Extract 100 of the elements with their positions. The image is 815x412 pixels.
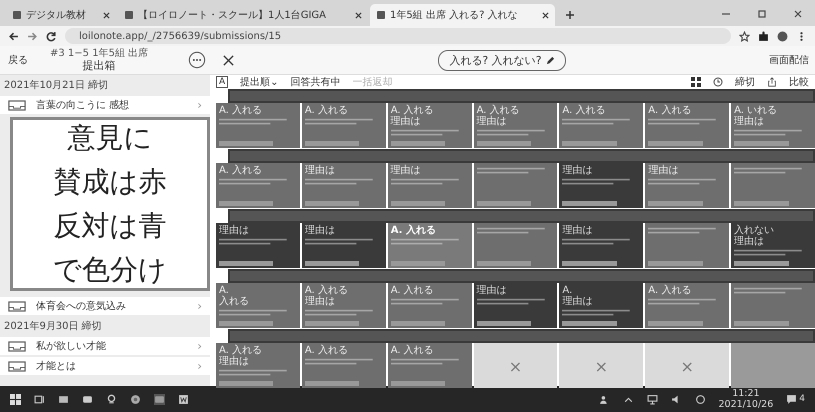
- card-text: 理由は: [648, 165, 680, 176]
- answer-card[interactable]: A. 入れる: [302, 343, 386, 388]
- blurred-text-drawing: [476, 129, 547, 137]
- empty-slot-mark: ×: [508, 357, 522, 376]
- deadline-date: 2021年10月21日 締切: [3, 78, 110, 93]
- answer-card[interactable]: A. 入れる: [388, 283, 472, 328]
- star-icon[interactable]: [739, 30, 750, 42]
- answer-card[interactable]: A. 入れる: [388, 223, 472, 268]
- card-text: A. 入れる: [648, 285, 692, 296]
- notification-icon[interactable]: [786, 394, 798, 404]
- name-strip: [304, 381, 360, 386]
- answer-card[interactable]: A. 入れる: [216, 283, 300, 328]
- assignment-item[interactable]: 体育会への意気込み ›: [0, 297, 210, 315]
- forward-arrow-icon[interactable]: [27, 30, 38, 42]
- answer-card[interactable]: A. 入れる 理由は: [216, 343, 300, 388]
- windows-start-icon[interactable]: [10, 394, 21, 404]
- answer-card[interactable]: 入れない 理由は: [731, 223, 815, 268]
- deadline-date: 2021年9月30日 締切: [3, 320, 103, 334]
- prompt-title-button[interactable]: 入れる? 入れない?: [438, 50, 566, 70]
- back-arrow-icon[interactable]: [8, 30, 19, 42]
- blurred-text-drawing: [648, 118, 718, 126]
- word-icon[interactable]: [178, 394, 189, 404]
- answer-card[interactable]: 理由は: [388, 163, 472, 208]
- chevron-icon: ›: [197, 359, 202, 373]
- close-icon[interactable]: [222, 54, 235, 66]
- new-tab-icon[interactable]: [565, 10, 575, 20]
- task-view-icon[interactable]: [34, 394, 45, 404]
- answer-card[interactable]: A. 入れる: [559, 103, 644, 148]
- chevron-icon: ›: [197, 299, 202, 313]
- name-strip: [648, 201, 703, 206]
- assignment-item[interactable]: 才能とは ›: [0, 357, 210, 375]
- answer-card[interactable]: 理由は: [559, 223, 644, 268]
- font-size-icon[interactable]: A: [216, 76, 228, 88]
- name-strip: [734, 321, 789, 326]
- answer-card[interactable]: 理由は: [216, 223, 300, 268]
- close-icon[interactable]: [103, 12, 110, 18]
- blurred-text-drawing: [304, 118, 375, 126]
- card-text: 理由は: [304, 225, 336, 236]
- answer-card[interactable]: A. いれる 理由は: [731, 103, 815, 148]
- browser-icon[interactable]: [130, 394, 141, 404]
- answer-card[interactable]: A. 入れる: [645, 283, 730, 328]
- blurred-text-drawing: [390, 129, 461, 137]
- blurred-text-drawing: [476, 298, 547, 306]
- blurred-text-drawing: [219, 238, 290, 246]
- sort-dropdown[interactable]: 提出順⌄: [240, 75, 279, 89]
- name-strip: [390, 261, 446, 266]
- tray-icon: [8, 300, 26, 312]
- folder-icon[interactable]: [58, 394, 69, 404]
- assignment-item[interactable]: 言葉の向こうに 感想 ›: [0, 96, 210, 114]
- tray-icon: [8, 340, 26, 352]
- answer-card[interactable]: A. 理由は: [559, 283, 644, 328]
- card-text: 理由は: [734, 116, 766, 127]
- browser-tab[interactable]: 1年5組 出席 入れる? 入れな: [370, 4, 555, 26]
- answer-card[interactable]: A. 入れる 理由は: [474, 103, 558, 148]
- blurred-text-drawing: [219, 178, 290, 186]
- close-icon[interactable]: [793, 9, 803, 19]
- reload-icon[interactable]: [46, 30, 57, 42]
- answer-card[interactable]: A. 入れる: [302, 103, 386, 148]
- blurred-text-drawing: [562, 178, 632, 186]
- sharing-toggle[interactable]: 回答共有中: [290, 75, 341, 89]
- app-icon[interactable]: [154, 394, 165, 404]
- chevron-icon: ›: [197, 98, 202, 112]
- answer-card[interactable]: A. 入れる: [388, 343, 472, 388]
- answer-card[interactable]: 理由は: [645, 163, 730, 208]
- answer-card[interactable]: A. 入れる 理由は: [302, 283, 386, 328]
- card-text: 理由は: [390, 165, 422, 176]
- assignment-title: 私が欲しい才能: [36, 340, 107, 353]
- compare-button[interactable]: 比較: [789, 75, 809, 89]
- people-icon[interactable]: [598, 394, 610, 404]
- screen-share-link[interactable]: 画面配信: [769, 53, 809, 67]
- grid-icon[interactable]: [691, 77, 701, 87]
- page-icon: [124, 10, 134, 20]
- close-icon[interactable]: [355, 12, 362, 18]
- answer-card[interactable]: A. 入れる 理由は: [388, 103, 472, 148]
- answer-card[interactable]: 理由は: [559, 163, 644, 208]
- card-text: 入れる: [219, 296, 250, 307]
- answer-card[interactable]: A. 入れる: [216, 163, 300, 208]
- address-bar[interactable]: loilonote.app/_/2756639/submissions/15: [65, 28, 731, 44]
- answer-card[interactable]: A. 入れる: [645, 103, 730, 148]
- network-icon[interactable]: [646, 394, 658, 404]
- answer-card[interactable]: 理由は: [302, 223, 386, 268]
- answer-card[interactable]: 理由は: [302, 163, 386, 208]
- blurred-text-drawing: [390, 358, 461, 366]
- blurred-text-drawing: [648, 298, 718, 306]
- restore-icon[interactable]: [757, 9, 767, 19]
- avatar-icon[interactable]: [777, 30, 788, 42]
- blurred-text-drawing: [390, 178, 461, 186]
- answer-card[interactable]: A. 入れる: [216, 103, 300, 148]
- name-strip: [219, 381, 274, 386]
- assignment-item[interactable]: 私が欲しい才能 ›: [0, 337, 210, 355]
- annotation-text: で色分け: [53, 252, 167, 288]
- more-icon[interactable]: [188, 51, 206, 69]
- assignment-title: 才能とは: [36, 360, 77, 373]
- close-icon[interactable]: [542, 12, 549, 18]
- video-camera-icon[interactable]: [82, 394, 93, 404]
- answer-card[interactable]: 理由は: [474, 283, 558, 328]
- deadline-button[interactable]: 締切: [735, 75, 755, 89]
- back-link[interactable]: 戻る: [8, 53, 28, 67]
- share-icon[interactable]: [767, 77, 777, 87]
- blurred-text-drawing: [390, 298, 461, 306]
